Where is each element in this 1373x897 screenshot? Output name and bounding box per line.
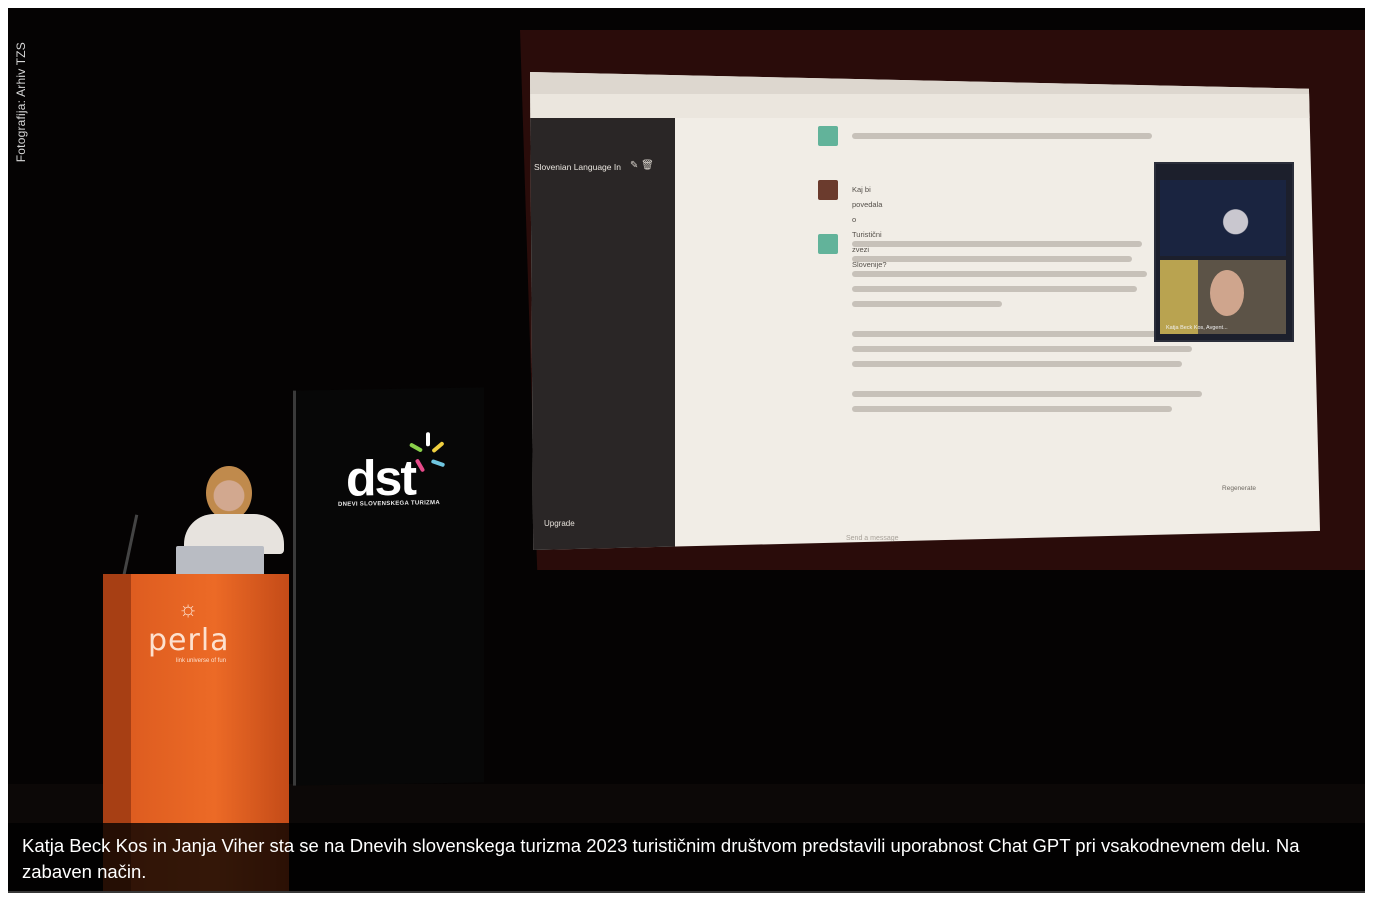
lectern-subtitle: link universe of fun [176, 658, 227, 664]
banner-subtitle: DNEVI SLOVENSKEGA TURIZMA [338, 500, 440, 508]
user-avatar [818, 180, 838, 200]
perla-logo: perla [148, 623, 230, 658]
ai-avatar [818, 234, 838, 254]
sidebar-chat-title: Slovenian Language In [534, 162, 621, 172]
video-participant-label: Katja Beck Kos, Avgent... [1166, 325, 1228, 331]
photo-credit: Fotografija: Arhiv TZS [14, 42, 28, 163]
perla-sun-icon: ☼ [178, 596, 199, 621]
chat-sidebar: Slovenian Language In ✎ 🗑 Upgrade [530, 118, 675, 550]
photo: Fotografija: Arhiv TZS Slovenian Languag… [8, 8, 1365, 891]
sidebar-upgrade: Upgrade [544, 519, 575, 528]
message-input: Send a message [846, 535, 899, 542]
video-participant-bottom: Katja Beck Kos, Avgent... [1160, 260, 1286, 334]
regenerate-button: Regenerate [1222, 485, 1256, 492]
spark-icon [426, 432, 430, 447]
ai-avatar [818, 126, 838, 146]
photo-caption: Katja Beck Kos in Janja Viher sta se na … [22, 835, 1300, 882]
dst-roll-up-banner: dst DNEVI SLOVENSKEGA TURIZMA [293, 387, 484, 786]
browser-url-bar [530, 94, 1320, 118]
ai-answer-blurred [852, 236, 1202, 421]
edit-icon: ✎ 🗑 [630, 160, 654, 171]
participant-face [1210, 270, 1244, 316]
projected-chatgpt-window: Slovenian Language In ✎ 🗑 Upgrade Kaj bi… [530, 72, 1320, 550]
spark-icon [414, 458, 426, 473]
video-call-panel: Katja Beck Kos, Avgent... [1154, 162, 1294, 342]
caption-bar: Katja Beck Kos in Janja Viher sta se na … [8, 823, 1365, 893]
spark-icon [431, 441, 445, 454]
spark-icon [430, 458, 446, 468]
video-participant-top [1160, 180, 1286, 256]
speaker [206, 466, 252, 520]
dst-logo: dst [346, 449, 415, 507]
